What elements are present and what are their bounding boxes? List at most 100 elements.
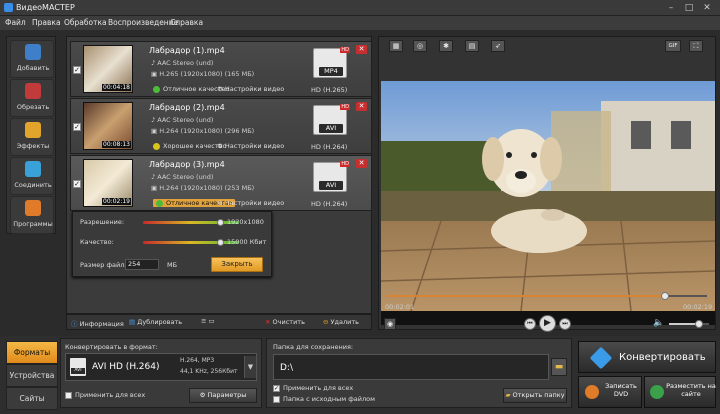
volume-handle[interactable] bbox=[695, 320, 703, 328]
audio-text: AAC Stereo (und) bbox=[157, 116, 214, 124]
checkbox-box[interactable] bbox=[65, 391, 72, 399]
close-popup-button[interactable]: Закрыть bbox=[211, 257, 263, 272]
format-spec-audio: 44,1 KHz, 256Кбит bbox=[180, 368, 238, 375]
file-checkbox[interactable]: ✓ bbox=[73, 180, 81, 188]
video-thumbnail: 00:08:13 bbox=[83, 102, 133, 150]
clear-button[interactable]: ✕ Очистить bbox=[265, 318, 305, 326]
tab-formats[interactable]: Форматы bbox=[6, 341, 58, 364]
trim-button[interactable]: Обрезать bbox=[10, 79, 54, 117]
snapshot-icon[interactable]: ◉ bbox=[384, 318, 396, 330]
open-folder-button[interactable]: ▰ Открыть папку bbox=[503, 388, 567, 403]
size-value: 254 bbox=[128, 260, 141, 268]
crop-icon[interactable]: ▦ bbox=[389, 40, 403, 52]
duration: 00:02:19 bbox=[102, 198, 131, 205]
delete-button[interactable]: ⊖ Удалить bbox=[323, 318, 359, 326]
prev-button[interactable]: ⏮ bbox=[524, 318, 536, 330]
fullscreen-icon[interactable]: ⛶ bbox=[689, 40, 703, 52]
video-settings-link[interactable]: ⚙ Настройки видео bbox=[217, 199, 284, 207]
slider-knob[interactable] bbox=[217, 239, 224, 246]
settings-text: Настройки видео bbox=[224, 199, 285, 207]
tool-sidebar: Добавить Обрезать Эффекты Соединить Прог… bbox=[6, 36, 56, 234]
quality-slider[interactable] bbox=[143, 239, 239, 246]
programs-button[interactable]: Программы bbox=[10, 196, 54, 234]
resolution-slider[interactable] bbox=[143, 219, 239, 226]
maximize-button[interactable]: □ bbox=[682, 3, 696, 13]
remove-file-button[interactable]: ✕ bbox=[356, 45, 367, 54]
tab-devices[interactable]: Устройства bbox=[6, 364, 58, 387]
remove-file-button[interactable]: ✕ bbox=[356, 159, 367, 168]
tab-sites[interactable]: Сайты bbox=[6, 387, 58, 410]
programs-label: Программы bbox=[13, 220, 53, 228]
slider-knob[interactable] bbox=[217, 219, 224, 226]
same-folder-label: Папка с исходным файлом bbox=[283, 395, 376, 403]
view-toggle[interactable]: ≡ ▭ bbox=[201, 317, 215, 325]
file-item-1[interactable]: ✓ 00:04:18 Лабрадор (1).mp4 ♪ AAC Stereo… bbox=[70, 41, 372, 97]
speed-icon[interactable]: ➶ bbox=[491, 40, 505, 52]
file-item-3[interactable]: ✓ 00:02:19 Лабрадор (3).mp4 ♪ AAC Stereo… bbox=[70, 155, 372, 211]
menu-edit[interactable]: Правка bbox=[32, 18, 61, 27]
menu-help[interactable]: Справка bbox=[170, 18, 203, 27]
hd-badge: HD bbox=[340, 161, 350, 167]
file-checkbox[interactable]: ✓ bbox=[73, 123, 81, 131]
publish-button[interactable]: Разместить на сайте bbox=[644, 376, 716, 408]
file-checkbox[interactable]: ✓ bbox=[73, 66, 81, 74]
burn-dvd-button[interactable]: Записать DVD bbox=[578, 376, 642, 408]
menu-playback[interactable]: Воспроизведение bbox=[108, 18, 178, 27]
format-badge[interactable]: HD AVI bbox=[313, 161, 350, 192]
file-item-2[interactable]: ✓ 00:08:13 Лабрадор (2).mp4 ♪ AAC Stereo… bbox=[70, 98, 372, 154]
checkbox-box[interactable] bbox=[273, 395, 280, 403]
format-text: MP4 bbox=[319, 67, 343, 76]
chevron-down-icon[interactable]: ▼ bbox=[244, 356, 256, 378]
convert-button[interactable]: Конвертировать bbox=[578, 341, 716, 373]
open-folder-label: Открыть папку bbox=[512, 391, 565, 399]
file-name: Лабрадор (1).mp4 bbox=[149, 46, 225, 55]
duration: 00:04:18 bbox=[102, 84, 131, 91]
resolution-label: Разрешение: bbox=[80, 218, 125, 226]
rotate-icon[interactable]: ◎ bbox=[413, 40, 427, 52]
menu-file[interactable]: Файл bbox=[5, 18, 26, 27]
video-preview[interactable] bbox=[381, 81, 715, 325]
join-button[interactable]: Соединить bbox=[10, 157, 54, 195]
quality-indicator[interactable]: Хорошее качество bbox=[153, 142, 226, 150]
play-button[interactable]: ▶ bbox=[539, 315, 556, 332]
parameters-button[interactable]: ⚙ Параметры bbox=[189, 388, 257, 403]
folder-icon[interactable]: ▬ bbox=[551, 358, 567, 376]
title-bar: ВидеоМАСТЕР – □ ✕ bbox=[0, 0, 720, 16]
duplicate-button[interactable]: ▤ Дублировать bbox=[129, 318, 182, 326]
menu-processing[interactable]: Обработка bbox=[64, 18, 107, 27]
same-folder-checkbox[interactable]: Папка с исходным файлом bbox=[273, 395, 375, 403]
format-badge[interactable]: HD AVI bbox=[313, 104, 350, 135]
minimize-button[interactable]: – bbox=[664, 3, 678, 13]
format-name: AVI HD (H.264) bbox=[92, 362, 160, 372]
join-icon bbox=[25, 161, 41, 177]
gif-button[interactable]: GIF bbox=[665, 40, 681, 52]
apply-all-checkbox[interactable]: Применить для всех bbox=[65, 391, 145, 399]
checkbox-box[interactable]: ✓ bbox=[273, 384, 280, 392]
volume-slider[interactable] bbox=[669, 320, 709, 328]
add-button[interactable]: Добавить bbox=[10, 40, 54, 78]
video-settings-link[interactable]: ⚙ Настройки видео bbox=[217, 85, 284, 93]
resolution-value: 1920x1080 bbox=[227, 218, 264, 226]
apply-all-folder-checkbox[interactable]: ✓ Применить для всех bbox=[273, 384, 353, 392]
join-label: Соединить bbox=[14, 181, 52, 189]
format-label: HD (H.264) bbox=[311, 200, 348, 208]
format-label: HD (H.264) bbox=[311, 143, 348, 151]
brightness-icon[interactable]: ✱ bbox=[439, 40, 453, 52]
seek-bar[interactable] bbox=[385, 292, 707, 300]
save-folder-label: Папка для сохранения: bbox=[273, 343, 354, 351]
info-button[interactable]: ⓘ Информация bbox=[71, 318, 124, 328]
next-button[interactable]: ⏭ bbox=[559, 318, 571, 330]
format-badge[interactable]: HD MP4 bbox=[313, 47, 350, 78]
volume-icon[interactable]: 🔈 bbox=[653, 318, 664, 328]
filmstrip-icon[interactable]: ▤ bbox=[465, 40, 479, 52]
close-window-button[interactable]: ✕ bbox=[700, 3, 714, 13]
save-folder-input[interactable]: D:\ bbox=[273, 354, 549, 380]
programs-icon bbox=[25, 200, 41, 216]
remove-file-button[interactable]: ✕ bbox=[356, 102, 367, 111]
file-size-input[interactable]: 254 bbox=[125, 259, 159, 270]
format-spec-codecs: H.264, MP3 bbox=[180, 357, 215, 364]
format-selector[interactable]: AVI AVI HD (H.264) H.264, MP3 44,1 KHz, … bbox=[65, 353, 257, 381]
effects-button[interactable]: Эффекты bbox=[10, 118, 54, 156]
quality-value: 15000 Кбит bbox=[227, 238, 267, 246]
video-settings-link[interactable]: ⚙ Настройки видео bbox=[217, 142, 284, 150]
